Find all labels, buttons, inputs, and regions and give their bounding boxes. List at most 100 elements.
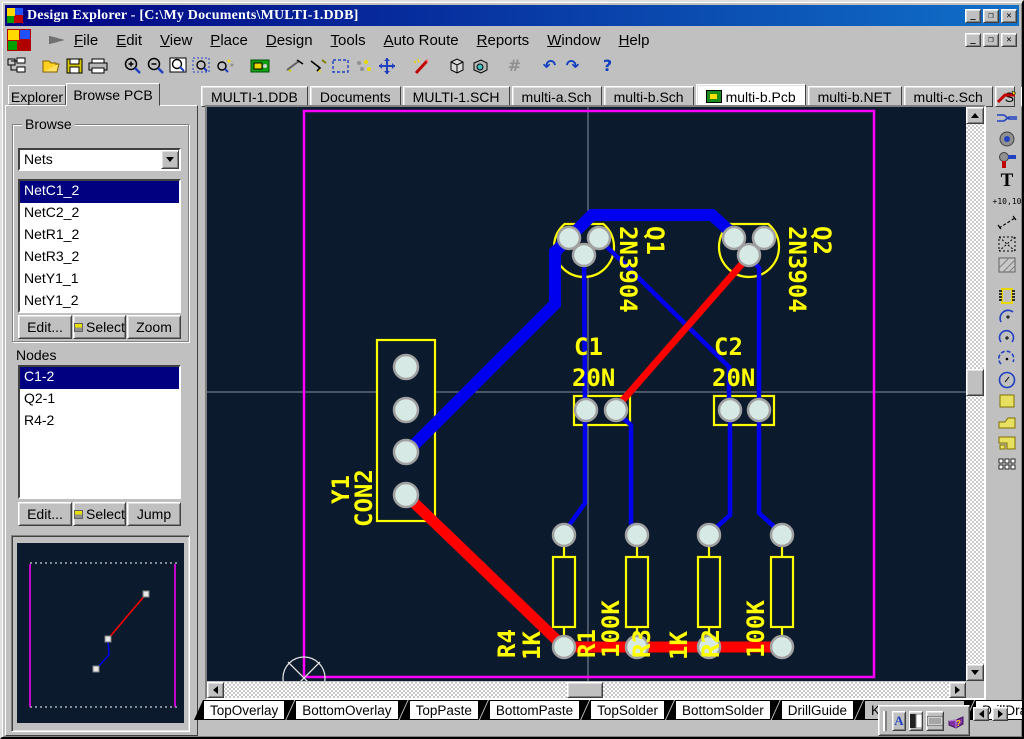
- close-button[interactable]: ✕: [1001, 9, 1017, 23]
- hscroll-thumb[interactable]: [567, 682, 603, 698]
- deselect-icon[interactable]: [352, 55, 375, 77]
- mdi-minimize-button[interactable]: _: [965, 33, 981, 47]
- menu-place[interactable]: Place: [201, 30, 257, 51]
- pcb-canvas[interactable]: Q1 2N3904 Q2 2N3904 C1 20N C2 20N Y1 CON…: [207, 107, 966, 681]
- nets-list[interactable]: NetC1_2 NetC2_2 NetR1_2 NetR3_2 NetY1_1 …: [18, 179, 181, 313]
- doc-tab-multi-b-sch[interactable]: multi-b.Sch: [604, 86, 694, 107]
- place-room-icon[interactable]: [992, 233, 1022, 254]
- nodes-select-button[interactable]: Select: [73, 502, 126, 526]
- doc-tab-multi-b-pcb[interactable]: multi-b.Pcb: [696, 84, 806, 107]
- layer-scroll-left[interactable]: [973, 707, 989, 721]
- place-arc-angles-icon[interactable]: [992, 348, 1022, 369]
- menu-auto-route[interactable]: Auto Route: [375, 30, 468, 51]
- browse-category-dropdown[interactable]: Nets: [18, 148, 181, 171]
- mdi-close-button[interactable]: ✕: [1001, 33, 1017, 47]
- scroll-left-button[interactable]: [207, 682, 224, 698]
- help-book-icon[interactable]: ?: [947, 711, 965, 731]
- minimize-button[interactable]: _: [965, 9, 981, 23]
- net-list-item[interactable]: NetC2_2: [20, 203, 179, 225]
- place-full-circle-icon[interactable]: [992, 369, 1022, 390]
- menu-edit[interactable]: Edit: [107, 30, 151, 51]
- pcb-vertical-scrollbar[interactable]: [966, 107, 984, 681]
- place-fill-icon[interactable]: [992, 390, 1022, 411]
- net-list-item[interactable]: NetC1_2: [20, 181, 179, 203]
- menu-design[interactable]: Design: [257, 30, 322, 51]
- tab-explorer[interactable]: Explorer: [8, 85, 66, 105]
- place-pad-icon[interactable]: [992, 128, 1022, 149]
- layer-tab-drillguide[interactable]: DrillGuide: [772, 700, 863, 720]
- menu-reports[interactable]: Reports: [468, 30, 539, 51]
- nodes-jump-button[interactable]: Jump: [127, 502, 181, 526]
- print-icon[interactable]: [86, 55, 109, 77]
- doc-tab-multi-a-sch[interactable]: multi-a.Sch: [512, 86, 602, 107]
- tab-browse-pcb[interactable]: Browse PCB: [66, 83, 160, 106]
- layer-tab-topoverlay[interactable]: TopOverlay: [194, 700, 294, 720]
- zoom-window-icon[interactable]: [167, 55, 190, 77]
- menu-help[interactable]: Help: [610, 30, 659, 51]
- nets-edit-button[interactable]: Edit...: [18, 315, 72, 339]
- scroll-up-button[interactable]: [966, 107, 984, 124]
- layer-panel-icon[interactable]: [909, 711, 923, 731]
- place-split-plane-icon[interactable]: [992, 432, 1022, 453]
- scroll-right-button[interactable]: [949, 682, 966, 698]
- scroll-down-button[interactable]: [966, 664, 984, 681]
- net-list-item[interactable]: NetY1_2: [20, 291, 179, 313]
- select-area-icon[interactable]: [329, 55, 352, 77]
- node-list-item[interactable]: R4-2: [20, 411, 179, 433]
- place-coordinate-icon[interactable]: +10,10: [992, 191, 1022, 212]
- doc-tab-multi-c-sch[interactable]: multi-c.Sch: [904, 86, 993, 107]
- net-list-item[interactable]: NetY1_1: [20, 269, 179, 291]
- menu-window[interactable]: Window: [538, 30, 609, 51]
- doc-tab-multi1-sch[interactable]: MULTI-1.SCH: [403, 86, 510, 107]
- place-via-icon[interactable]: [992, 149, 1022, 170]
- place-polygon-plane-icon[interactable]: [992, 411, 1022, 432]
- probe-icon[interactable]: [306, 55, 329, 77]
- menu-tools[interactable]: Tools: [322, 30, 375, 51]
- doc-tab-multi-b-net[interactable]: multi-b.NET: [808, 86, 902, 107]
- polygon-b-icon[interactable]: [468, 55, 491, 77]
- layer-tab-bottompaste[interactable]: BottomPaste: [480, 700, 589, 720]
- polygon-a-icon[interactable]: [445, 55, 468, 77]
- nodes-list[interactable]: C1-2 Q2-1 R4-2: [18, 365, 181, 499]
- place-fill-hatched-icon[interactable]: [992, 254, 1022, 275]
- net-list-item[interactable]: NetR1_2: [20, 225, 179, 247]
- move-icon[interactable]: [375, 55, 398, 77]
- place-arc-edge-icon[interactable]: [992, 306, 1022, 327]
- text-toggle-icon[interactable]: A: [892, 711, 906, 731]
- toolbar-grip[interactable]: [883, 711, 887, 731]
- nodes-edit-button[interactable]: Edit...: [18, 502, 72, 526]
- net-list-item[interactable]: NetR3_2: [20, 247, 179, 269]
- layer-tab-bottomoverlay[interactable]: BottomOverlay: [286, 700, 407, 720]
- place-arc-center-icon[interactable]: [992, 327, 1022, 348]
- vscroll-thumb[interactable]: [966, 369, 984, 396]
- menu-file[interactable]: File: [65, 30, 107, 51]
- zoom-document-icon[interactable]: [190, 55, 213, 77]
- keyboard-icon[interactable]: [926, 711, 944, 731]
- nets-select-button[interactable]: Select: [73, 315, 126, 339]
- redo-icon[interactable]: ↷: [561, 55, 584, 77]
- place-pad-array-icon[interactable]: [992, 453, 1022, 474]
- layer-tab-topsolder[interactable]: TopSolder: [581, 700, 674, 720]
- doc-tab-multi1-ddb[interactable]: MULTI-1.DDB: [201, 86, 308, 107]
- menu-view[interactable]: View: [151, 30, 201, 51]
- hierarchy-icon[interactable]: [5, 55, 28, 77]
- help-icon[interactable]: ?: [596, 55, 619, 77]
- node-list-item[interactable]: Q2-1: [20, 389, 179, 411]
- place-track-icon[interactable]: [992, 86, 1022, 107]
- pcb-horizontal-scrollbar[interactable]: [207, 682, 966, 698]
- node-list-item[interactable]: C1-2: [20, 367, 179, 389]
- layer-tab-bottomsolder[interactable]: BottomSolder: [666, 700, 780, 720]
- open-document-icon[interactable]: [40, 55, 63, 77]
- layer-scroll-right[interactable]: [992, 707, 1008, 721]
- zoom-out-icon[interactable]: [144, 55, 167, 77]
- place-component-icon[interactable]: [992, 285, 1022, 306]
- zoom-selection-icon[interactable]: [213, 55, 236, 77]
- zoom-in-icon[interactable]: [121, 55, 144, 77]
- mdi-restore-button[interactable]: ❐: [983, 33, 999, 47]
- save-icon[interactable]: [63, 55, 86, 77]
- nets-zoom-button[interactable]: Zoom: [127, 315, 181, 339]
- place-multi-track-icon[interactable]: [992, 107, 1022, 128]
- restore-button[interactable]: ❐: [983, 9, 999, 23]
- dropdown-arrow-icon[interactable]: [161, 150, 179, 169]
- place-dimension-icon[interactable]: [992, 212, 1022, 233]
